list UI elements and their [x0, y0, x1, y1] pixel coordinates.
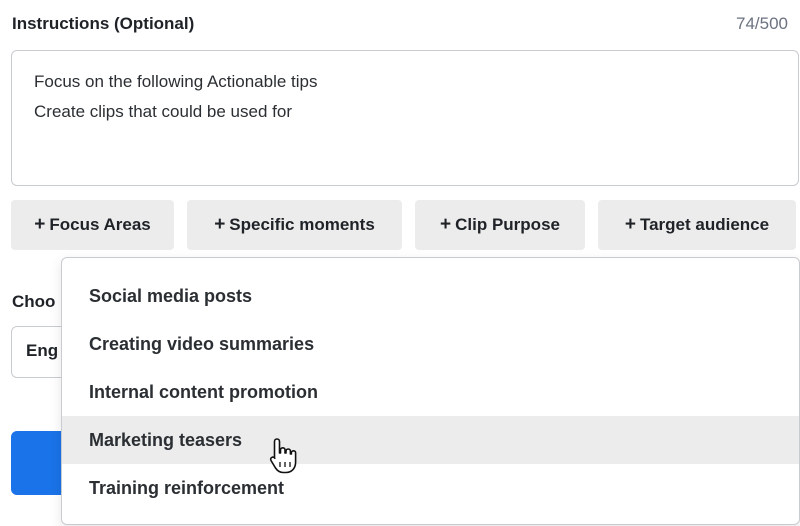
target-audience-chip[interactable]: + Target audience: [598, 200, 796, 250]
chip-label: Target audience: [639, 215, 770, 234]
plus-icon: +: [214, 214, 226, 235]
chip-label: Specific moments: [229, 215, 375, 234]
clip-purpose-dropdown: Social media posts Creating video summar…: [61, 257, 800, 525]
focus-areas-chip[interactable]: + Focus Areas: [11, 200, 174, 250]
chip-label: Focus Areas: [49, 215, 151, 234]
character-counter: 74/500: [736, 14, 788, 33]
instructions-textarea[interactable]: Focus on the following Actionable tips C…: [11, 50, 799, 186]
dropdown-item-marketing-teasers[interactable]: Marketing teasers: [62, 416, 799, 464]
hand-pointer-cursor-icon: [269, 438, 297, 474]
plus-icon: +: [440, 214, 452, 235]
dropdown-item-creating-video-summaries[interactable]: Creating video summaries: [62, 320, 799, 368]
plus-icon: +: [624, 214, 636, 235]
instructions-label: Instructions (Optional): [12, 14, 195, 33]
choose-language-label: Choo: [12, 292, 56, 311]
chip-label: Clip Purpose: [455, 215, 560, 234]
dropdown-item-social-media-posts[interactable]: Social media posts: [62, 272, 799, 320]
dropdown-item-training-reinforcement[interactable]: Training reinforcement: [62, 464, 799, 512]
instructions-line: Create clips that could be used for: [34, 102, 292, 121]
clip-purpose-chip[interactable]: + Clip Purpose: [415, 200, 585, 250]
dropdown-item-internal-content-promotion[interactable]: Internal content promotion: [62, 368, 799, 416]
plus-icon: +: [34, 214, 46, 235]
specific-moments-chip[interactable]: + Specific moments: [187, 200, 402, 250]
clip-instructions-panel: Instructions (Optional) 74/500 Focus on …: [0, 0, 800, 526]
instructions-line: Focus on the following Actionable tips: [34, 72, 318, 91]
